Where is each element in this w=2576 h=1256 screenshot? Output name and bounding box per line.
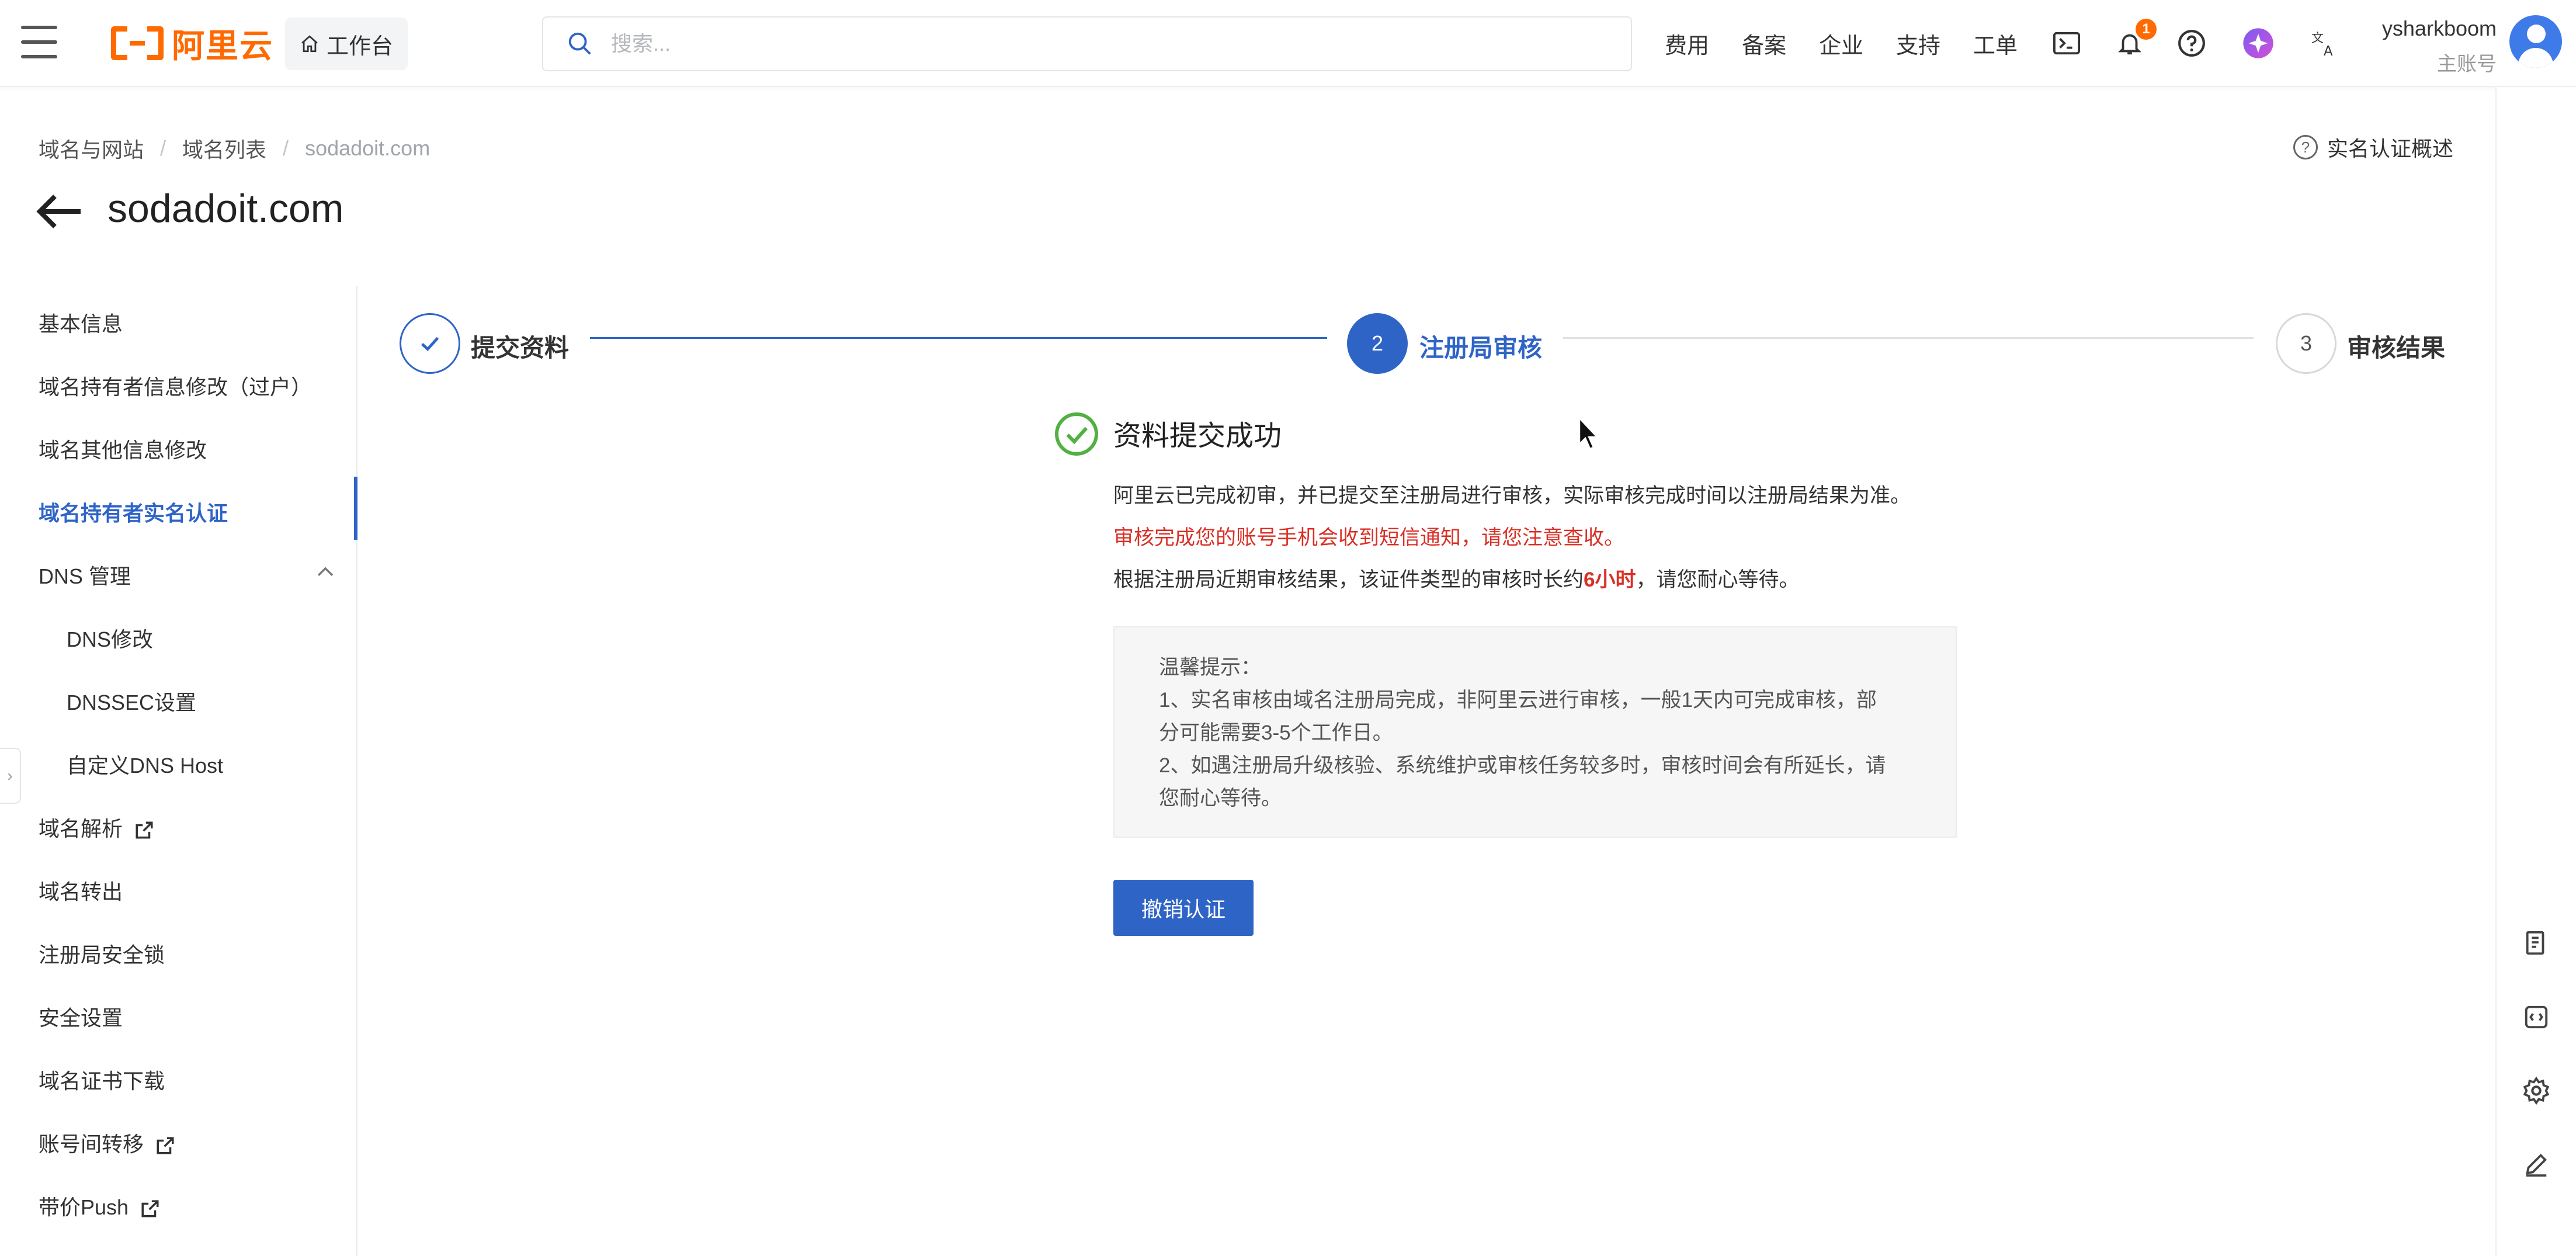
sidebar-item-owner-change[interactable]: 域名持有者信息修改（过户） — [39, 370, 312, 401]
sidebar-item-dns-management[interactable]: DNS 管理 — [39, 560, 131, 590]
page-title: sodadoit.com — [107, 186, 344, 231]
review-time-prefix: 根据注册局近期审核结果，该证件类型的审核时长约 — [1113, 568, 1584, 591]
sidebar-item-real-name-auth[interactable]: 域名持有者实名认证 — [39, 497, 228, 527]
ai-assistant-icon[interactable] — [2242, 27, 2275, 60]
check-icon — [421, 336, 439, 351]
logo-text: 阿里云 — [172, 27, 273, 64]
external-link-icon — [136, 821, 153, 839]
svg-text:A: A — [2324, 44, 2333, 58]
user-name[interactable]: ysharkboom — [2382, 16, 2497, 41]
back-arrow-icon[interactable] — [36, 193, 83, 230]
nav-support[interactable]: 支持 — [1896, 0, 1940, 87]
breadcrumb: 域名与网站 / 域名列表 / sodadoit.com — [39, 133, 430, 164]
sidebar-item-other-info[interactable]: 域名其他信息修改 — [39, 433, 207, 464]
document-icon[interactable] — [2519, 926, 2554, 961]
search-icon — [568, 32, 591, 55]
result-line-2-sms-notice: 审核完成您的账号手机会收到短信通知，请您注意查收。 — [1113, 526, 1625, 549]
success-check-icon — [1055, 412, 1098, 456]
revoke-auth-button[interactable]: 撤销认证 — [1113, 880, 1254, 936]
tip-line: 2、如遇注册局升级核验、系统维护或审核任务较多时，审核时间会有所延长，请 — [1159, 754, 1886, 777]
external-link-icon — [157, 1137, 174, 1155]
sidebar-item-certificate-download[interactable]: 域名证书下载 — [39, 1064, 165, 1095]
sidebar-item-security-settings[interactable]: 安全设置 — [39, 1001, 123, 1032]
step-1-circle — [400, 313, 460, 374]
nav-fees[interactable]: 费用 — [1665, 0, 1709, 87]
settings-icon[interactable] — [2519, 1073, 2554, 1108]
chevron-right-icon: › — [7, 766, 13, 785]
sidebar-item-priced-push[interactable]: 带价Push — [39, 1191, 160, 1221]
nav-tickets[interactable]: 工单 — [1973, 0, 2018, 87]
mouse-cursor-icon — [1578, 416, 1599, 450]
step-2-label: 注册局审核 — [1419, 334, 1543, 362]
svg-text:文: 文 — [2311, 31, 2324, 45]
step-1-label: 提交资料 — [471, 334, 570, 362]
sidebar-item-dns-resolve[interactable]: 域名解析 — [39, 812, 154, 842]
account-transfer-label: 账号间转移 — [39, 1132, 144, 1156]
tips-title: 温馨提示： — [1159, 656, 1262, 679]
translate-icon[interactable]: 文A — [2308, 27, 2341, 60]
tip-line: 分可能需要3-5个工作日。 — [1159, 721, 1393, 744]
menu-icon[interactable] — [21, 26, 57, 58]
success-title: 资料提交成功 — [1113, 421, 1282, 452]
code-icon[interactable] — [2519, 1000, 2554, 1035]
nav-enterprise[interactable]: 企业 — [1819, 0, 1863, 87]
step-3-label: 审核结果 — [2347, 334, 2446, 362]
tips-box: 温馨提示： 1、实名审核由域名注册局完成，非阿里云进行审核，一般1天内可完成审核… — [1113, 626, 1957, 838]
sidebar: 基本信息 域名持有者信息修改（过户） 域名其他信息修改 域名持有者实名认证 DN… — [0, 286, 357, 1256]
top-bar: 阿里云 工作台 费用 备案 企业 支持 工单 1 文A ysharkboom 主… — [0, 0, 2576, 87]
sidebar-item-dnssec[interactable]: DNSSEC设置 — [67, 686, 196, 716]
real-name-overview-link[interactable]: ? 实名认证概述 — [2293, 132, 2453, 162]
sidebar-item-account-transfer[interactable]: 账号间转移 — [39, 1127, 175, 1158]
dns-resolve-label: 域名解析 — [39, 817, 123, 841]
sidebar-item-dns-modify[interactable]: DNS修改 — [67, 623, 153, 653]
result-line-3: 根据注册局近期审核结果，该证件类型的审核时长约6小时，请您耐心等待。 — [1113, 563, 1800, 593]
aliyun-logo[interactable]: 阿里云 — [111, 23, 273, 64]
sidebar-item-custom-dns-host[interactable]: 自定义DNS Host — [67, 749, 223, 779]
sidebar-toggle[interactable]: › — [0, 748, 21, 804]
active-indicator — [354, 477, 357, 540]
step-connector-1 — [590, 337, 1327, 339]
review-time-suffix: ，请您耐心等待。 — [1636, 568, 1800, 591]
tip-line: 1、实名审核由域名注册局完成，非阿里云进行审核，一般1天内可完成审核，部 — [1159, 689, 1877, 712]
result-line-1: 阿里云已完成初审，并已提交至注册局进行审核，实际审核完成时间以注册局结果为准。 — [1113, 484, 1911, 507]
priced-push-label: 带价Push — [39, 1195, 129, 1219]
avatar[interactable] — [2509, 15, 2562, 68]
review-time-highlight: 6小时 — [1584, 568, 1636, 591]
breadcrumb-domains-sites[interactable]: 域名与网站 — [39, 133, 144, 164]
step-connector-2 — [1563, 337, 2254, 339]
workbench-button[interactable]: 工作台 — [285, 18, 408, 70]
sidebar-item-transfer-out[interactable]: 域名转出 — [39, 875, 123, 905]
notification-badge: 1 — [2136, 19, 2157, 40]
external-link-icon — [141, 1200, 159, 1218]
breadcrumb-separator: / — [283, 136, 289, 160]
nav-icp-filing[interactable]: 备案 — [1742, 0, 1786, 87]
dns-management-label: DNS 管理 — [39, 564, 131, 588]
home-icon — [301, 35, 318, 53]
question-icon: ? — [2293, 135, 2318, 159]
search-box[interactable] — [542, 16, 1632, 71]
chevron-up-icon[interactable] — [315, 564, 335, 578]
workbench-label: 工作台 — [326, 34, 393, 59]
step-3-circle: 3 — [2276, 313, 2337, 374]
real-name-overview-label: 实名认证概述 — [2327, 137, 2453, 161]
breadcrumb-separator: / — [160, 136, 166, 160]
tip-line: 您耐心等待。 — [1159, 787, 1282, 810]
user-role: 主账号 — [2437, 53, 2497, 75]
step-2-circle: 2 — [1347, 313, 1408, 374]
terminal-icon[interactable] — [2050, 27, 2083, 60]
help-icon[interactable] — [2175, 27, 2208, 60]
edit-icon[interactable] — [2519, 1147, 2554, 1182]
breadcrumb-domain-list[interactable]: 域名列表 — [182, 133, 266, 164]
search-input[interactable] — [610, 31, 1544, 57]
right-rail — [2495, 87, 2576, 1256]
sidebar-item-registry-lock[interactable]: 注册局安全锁 — [39, 938, 165, 969]
sidebar-item-basic-info[interactable]: 基本信息 — [39, 307, 123, 338]
logo-mark-icon — [111, 26, 164, 60]
breadcrumb-current: sodadoit.com — [305, 136, 431, 160]
